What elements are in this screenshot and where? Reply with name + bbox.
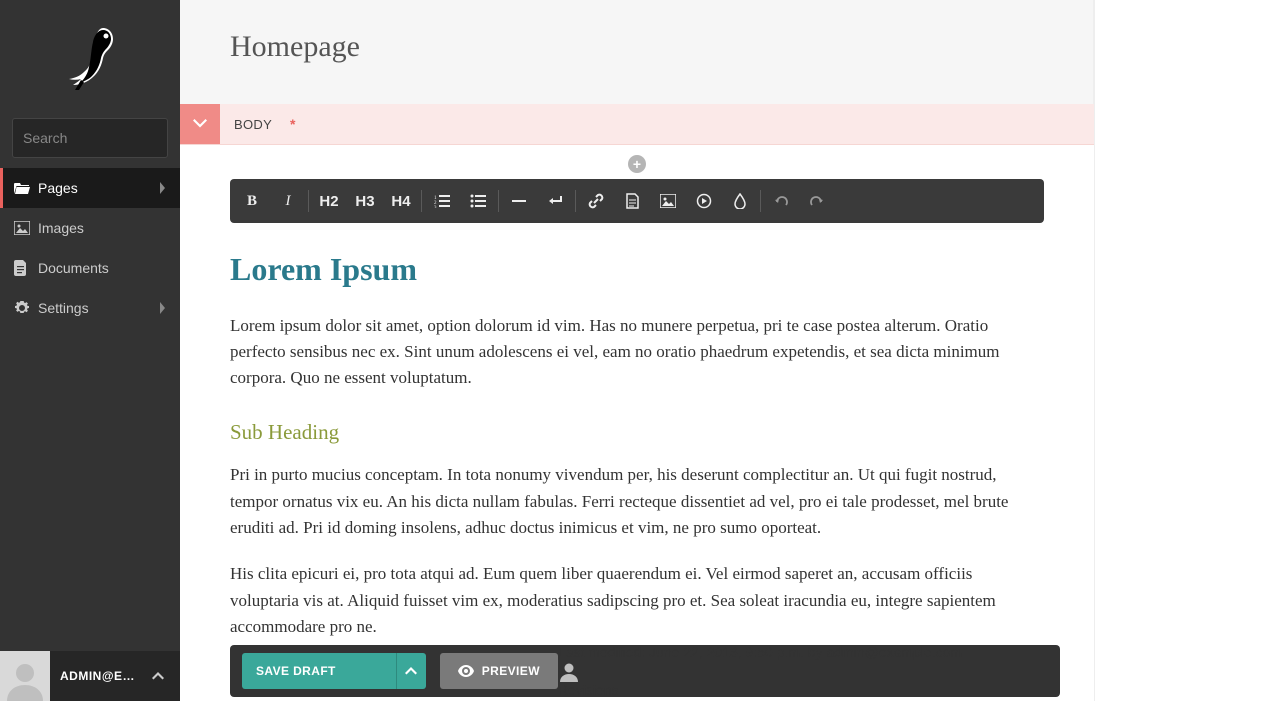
sidebar-item-documents[interactable]: Documents bbox=[0, 248, 180, 288]
link-icon bbox=[588, 193, 604, 209]
chevron-up-icon bbox=[405, 667, 417, 675]
list-ol-icon: 123 bbox=[434, 194, 450, 208]
hr-icon bbox=[512, 199, 526, 203]
main: Homepage BODY * + B I H2 H3 bbox=[180, 0, 1276, 701]
separator bbox=[421, 190, 422, 212]
play-circle-icon bbox=[696, 193, 712, 209]
h3-button[interactable]: H3 bbox=[347, 179, 383, 223]
sidebar-item-images[interactable]: Images bbox=[0, 208, 180, 248]
image-button[interactable] bbox=[650, 179, 686, 223]
chevron-right-icon bbox=[158, 302, 166, 314]
horizontal-rule-button[interactable] bbox=[501, 179, 537, 223]
save-draft-split-button: SAVE DRAFT bbox=[242, 653, 426, 689]
undo-icon bbox=[774, 194, 788, 208]
search-box bbox=[12, 118, 168, 158]
sidebar-item-label: Images bbox=[38, 220, 166, 236]
file-icon bbox=[626, 193, 639, 209]
logo bbox=[0, 0, 180, 110]
nav: Pages Images Documents Settings bbox=[0, 168, 180, 651]
content-h3: Sub Heading bbox=[230, 416, 1044, 449]
embed-button[interactable] bbox=[686, 179, 722, 223]
svg-text:3: 3 bbox=[434, 206, 437, 208]
undo-button[interactable] bbox=[763, 179, 799, 223]
chevron-up-icon bbox=[152, 672, 164, 680]
chevron-right-icon bbox=[158, 182, 166, 194]
action-bar: SAVE DRAFT PREVIEW Last modified: June 2… bbox=[230, 645, 1060, 697]
gear-icon bbox=[14, 300, 38, 316]
required-indicator: * bbox=[290, 116, 295, 132]
user-avatar bbox=[0, 651, 50, 701]
save-draft-button[interactable]: SAVE DRAFT bbox=[242, 653, 396, 689]
avatar-icon bbox=[3, 657, 47, 701]
sidebar: Pages Images Documents Settings bbox=[0, 0, 180, 701]
list-ul-icon bbox=[470, 194, 486, 208]
unordered-list-button[interactable] bbox=[460, 179, 496, 223]
document-link-button[interactable] bbox=[614, 179, 650, 223]
body-section-header: BODY * bbox=[180, 104, 1094, 145]
italic-button[interactable]: I bbox=[270, 179, 306, 223]
action-bar-meta: Last modified: June 22, 2018, 9:50 p.m. … bbox=[558, 644, 962, 698]
last-modified-avatar bbox=[558, 660, 962, 682]
user-menu-toggle[interactable] bbox=[152, 672, 180, 680]
separator bbox=[575, 190, 576, 212]
line-break-button[interactable] bbox=[537, 179, 573, 223]
eye-icon bbox=[458, 665, 474, 677]
avatar-icon bbox=[558, 660, 580, 682]
separator bbox=[498, 190, 499, 212]
content-h2: Lorem Ipsum bbox=[230, 245, 1044, 295]
sidebar-item-label: Settings bbox=[38, 300, 158, 316]
page-header: Homepage bbox=[180, 0, 1094, 104]
document-icon bbox=[14, 260, 38, 276]
right-gutter bbox=[1094, 0, 1276, 701]
preview-button[interactable]: PREVIEW bbox=[440, 653, 558, 689]
h4-button[interactable]: H4 bbox=[383, 179, 419, 223]
bird-logo-icon bbox=[63, 22, 117, 94]
picture-icon bbox=[660, 194, 676, 208]
editor-area: + B I H2 H3 H4 123 bbox=[180, 145, 1094, 701]
rich-text-content[interactable]: Lorem Ipsum Lorem ipsum dolor sit amet, … bbox=[230, 223, 1044, 640]
chevron-down-icon bbox=[193, 119, 207, 129]
page-title: Homepage bbox=[230, 30, 1043, 64]
content-paragraph: Pri in purto mucius conceptam. In tota n… bbox=[230, 462, 1044, 541]
folder-open-icon bbox=[14, 181, 38, 195]
sidebar-item-label: Documents bbox=[38, 260, 166, 276]
separator bbox=[308, 190, 309, 212]
revisions-link[interactable]: Revisions bbox=[558, 682, 619, 698]
user-name: ADMIN@EX… bbox=[50, 669, 152, 683]
collapse-button[interactable] bbox=[180, 104, 220, 144]
sidebar-item-label: Pages bbox=[38, 180, 158, 196]
image-icon bbox=[14, 221, 38, 235]
user-bar[interactable]: ADMIN@EX… bbox=[0, 651, 180, 701]
ink-button[interactable] bbox=[722, 179, 758, 223]
separator bbox=[760, 190, 761, 212]
save-draft-dropdown[interactable] bbox=[396, 653, 426, 689]
body-label: BODY bbox=[220, 117, 286, 132]
return-icon bbox=[547, 194, 563, 208]
content-paragraph: His clita epicuri ei, pro tota atqui ad.… bbox=[230, 561, 1044, 640]
content-paragraph: Lorem ipsum dolor sit amet, option dolor… bbox=[230, 313, 1044, 392]
sidebar-item-pages[interactable]: Pages bbox=[0, 168, 180, 208]
redo-button[interactable] bbox=[799, 179, 835, 223]
droplet-icon bbox=[734, 193, 746, 209]
add-block-button[interactable]: + bbox=[628, 155, 646, 173]
sidebar-item-settings[interactable]: Settings bbox=[0, 288, 180, 328]
redo-icon bbox=[810, 194, 824, 208]
last-modified-text: Last modified: June 22, 2018, 9:50 p.m. … bbox=[558, 644, 962, 660]
link-button[interactable] bbox=[578, 179, 614, 223]
ordered-list-button[interactable]: 123 bbox=[424, 179, 460, 223]
rich-text-toolbar: B I H2 H3 H4 123 bbox=[230, 179, 1044, 223]
preview-label: PREVIEW bbox=[482, 664, 540, 678]
h2-button[interactable]: H2 bbox=[311, 179, 347, 223]
bold-button[interactable]: B bbox=[234, 179, 270, 223]
